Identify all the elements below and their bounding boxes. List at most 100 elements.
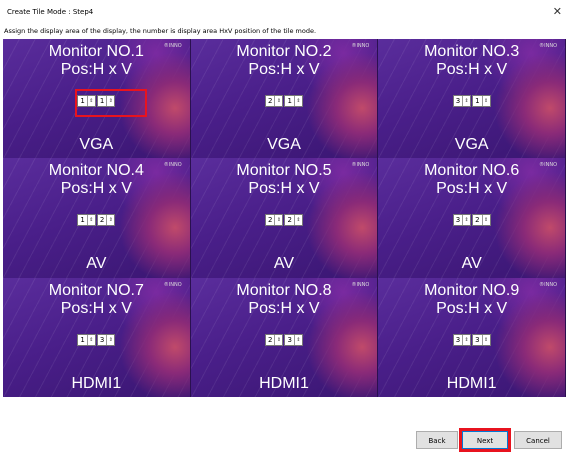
h-value: 1	[80, 335, 85, 344]
spinner-arrows-icon[interactable]: ⇕	[481, 334, 490, 345]
h-value: 1	[80, 216, 85, 225]
position-label: Pos:H x V	[60, 180, 132, 198]
v-value: 3	[99, 335, 105, 344]
source-label: AV	[461, 255, 482, 273]
monitor-name: Monitor NO.9	[424, 281, 520, 299]
v-value: 2	[99, 216, 105, 225]
monitor-name: Monitor NO.1	[48, 43, 144, 60]
v-value: 3	[475, 335, 480, 344]
spinner-arrows-icon[interactable]: ⇕	[293, 215, 302, 226]
source-label: VGA	[79, 136, 114, 153]
spinner-arrows-icon[interactable]: ⇕	[293, 334, 302, 345]
next-highlight-box	[459, 428, 511, 452]
source-label: HDMI1	[259, 374, 309, 392]
h-value: 2	[268, 335, 273, 344]
spinner-arrows-icon[interactable]: ⇕	[274, 334, 282, 345]
h-position-spinner[interactable]: 1 ⇕	[77, 214, 96, 227]
h-position-spinner[interactable]: 2 ⇕	[265, 214, 284, 227]
monitor-name: Monitor NO.8	[236, 281, 332, 299]
source-label: HDMI1	[446, 374, 497, 392]
cancel-button[interactable]: Cancel	[514, 431, 562, 449]
monitor-tile: ®INNO Monitor NO.2 Pos:H x V 2 ⇕ 1 ⇕ VGA	[190, 39, 379, 159]
monitor-grid: ®INNO Monitor NO.1 Pos:H x V 1 ⇕ 1 ⇕ VGA ®…	[3, 39, 566, 397]
position-controls: 2 ⇕ 1 ⇕	[191, 95, 378, 107]
v-value: 2	[475, 216, 480, 225]
close-icon[interactable]: ✕	[553, 5, 562, 18]
v-value: 3	[287, 335, 292, 344]
v-value: 1	[287, 97, 292, 105]
monitor-name: Monitor NO.4	[48, 162, 144, 180]
position-label: Pos:H x V	[60, 61, 132, 78]
h-value: 3	[455, 97, 461, 105]
h-position-spinner[interactable]: 3 ⇕	[452, 333, 472, 346]
spinner-arrows-icon[interactable]: ⇕	[274, 96, 282, 106]
v-position-spinner[interactable]: 2 ⇕	[96, 214, 116, 227]
v-position-spinner[interactable]: 2 ⇕	[284, 214, 303, 227]
h-value: 3	[455, 335, 461, 344]
v-position-spinner[interactable]: 3 ⇕	[96, 333, 116, 346]
monitor-name: Monitor NO.7	[48, 281, 144, 299]
position-label: Pos:H x V	[436, 180, 508, 198]
back-button[interactable]: Back	[416, 431, 458, 449]
window-title: Create Tile Mode : Step4	[7, 8, 94, 16]
monitor-tile: ®INNO Monitor NO.7 Pos:H x V 1 ⇕ 3 ⇕ HDMI1	[3, 277, 191, 397]
v-value: 2	[287, 216, 292, 225]
position-label: Pos:H x V	[436, 61, 508, 78]
spinner-arrows-icon[interactable]: ⇕	[274, 215, 282, 226]
monitor-tile: ®INNO Monitor NO.9 Pos:H x V 3 ⇕ 3 ⇕ HDMI1	[378, 277, 566, 397]
v-value: 1	[475, 97, 480, 105]
spinner-arrows-icon[interactable]: ⇕	[106, 215, 114, 226]
h-value: 2	[268, 216, 273, 225]
source-label: AV	[86, 255, 107, 273]
position-label: Pos:H x V	[248, 299, 320, 317]
source-label: AV	[273, 255, 295, 273]
h-position-spinner[interactable]: 2 ⇕	[265, 95, 284, 107]
h-value: 3	[455, 216, 461, 225]
monitor-name: Monitor NO.3	[424, 43, 520, 60]
spinner-arrows-icon[interactable]: ⇕	[86, 215, 95, 226]
monitor-name: Monitor NO.6	[424, 162, 520, 180]
position-label: Pos:H x V	[60, 299, 132, 317]
position-controls: 3 ⇕ 1 ⇕	[378, 95, 565, 107]
monitor-tile: ®INNO Monitor NO.3 Pos:H x V 3 ⇕ 1 ⇕ VGA	[378, 39, 566, 159]
h-position-spinner[interactable]: 3 ⇕	[452, 95, 472, 107]
spinner-arrows-icon[interactable]: ⇕	[481, 96, 490, 106]
position-label: Pos:H x V	[436, 299, 508, 317]
spinner-arrows-icon[interactable]: ⇕	[106, 334, 114, 345]
position-controls: 2 ⇕ 3 ⇕	[191, 333, 378, 346]
position-controls: 1 ⇕ 3 ⇕	[3, 333, 190, 346]
position-controls: 3 ⇕ 3 ⇕	[378, 333, 565, 346]
spinner-arrows-icon[interactable]: ⇕	[86, 334, 95, 345]
spinner-arrows-icon[interactable]: ⇕	[481, 215, 490, 226]
spinner-arrows-icon[interactable]: ⇕	[462, 334, 470, 345]
v-position-spinner[interactable]: 1 ⇕	[472, 95, 491, 107]
source-label: VGA	[267, 136, 301, 153]
h-position-spinner[interactable]: 1 ⇕	[77, 333, 96, 346]
monitor-name: Monitor NO.5	[236, 162, 332, 180]
monitor-tile: ®INNO Monitor NO.1 Pos:H x V 1 ⇕ 1 ⇕ VGA	[3, 39, 191, 159]
h-value: 2	[268, 97, 273, 105]
position-controls: 1 ⇕ 2 ⇕	[3, 214, 190, 227]
v-position-spinner[interactable]: 1 ⇕	[284, 95, 303, 107]
source-label: HDMI1	[71, 374, 122, 392]
v-position-spinner[interactable]: 3 ⇕	[284, 333, 303, 346]
spinner-arrows-icon[interactable]: ⇕	[293, 96, 302, 106]
position-label: Pos:H x V	[248, 61, 320, 78]
monitor-tile: ®INNO Monitor NO.4 Pos:H x V 1 ⇕ 2 ⇕ AV	[3, 158, 191, 278]
monitor-tile: ®INNO Monitor NO.5 Pos:H x V 2 ⇕ 2 ⇕ AV	[190, 158, 379, 278]
h-position-spinner[interactable]: 2 ⇕	[265, 333, 284, 346]
title-bar: Create Tile Mode : Step4 ✕	[0, 0, 568, 24]
v-position-spinner[interactable]: 3 ⇕	[472, 333, 491, 346]
h-position-spinner[interactable]: 3 ⇕	[452, 214, 472, 227]
position-controls: 3 ⇕ 2 ⇕	[378, 214, 565, 227]
instruction-text: Assign the display area of the display, …	[4, 27, 317, 35]
monitor-name: Monitor NO.2	[236, 43, 332, 60]
source-label: VGA	[454, 136, 489, 153]
highlight-box	[75, 89, 147, 117]
monitor-tile: ®INNO Monitor NO.6 Pos:H x V 3 ⇕ 2 ⇕ AV	[378, 158, 566, 278]
v-position-spinner[interactable]: 2 ⇕	[472, 214, 491, 227]
position-label: Pos:H x V	[248, 180, 320, 198]
spinner-arrows-icon[interactable]: ⇕	[462, 96, 470, 106]
position-controls: 2 ⇕ 2 ⇕	[191, 214, 378, 227]
spinner-arrows-icon[interactable]: ⇕	[462, 215, 470, 226]
